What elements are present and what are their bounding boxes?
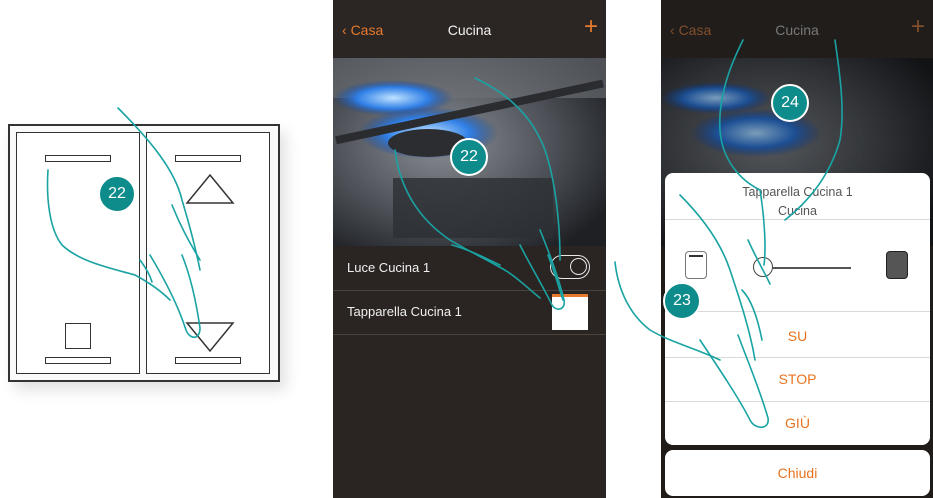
hand-gesture-overlay xyxy=(46,39,843,429)
step-badge: 22 xyxy=(98,175,136,213)
step-badge: 24 xyxy=(771,84,809,122)
step-badge: 22 xyxy=(450,138,488,176)
step-badge: 23 xyxy=(663,282,701,320)
